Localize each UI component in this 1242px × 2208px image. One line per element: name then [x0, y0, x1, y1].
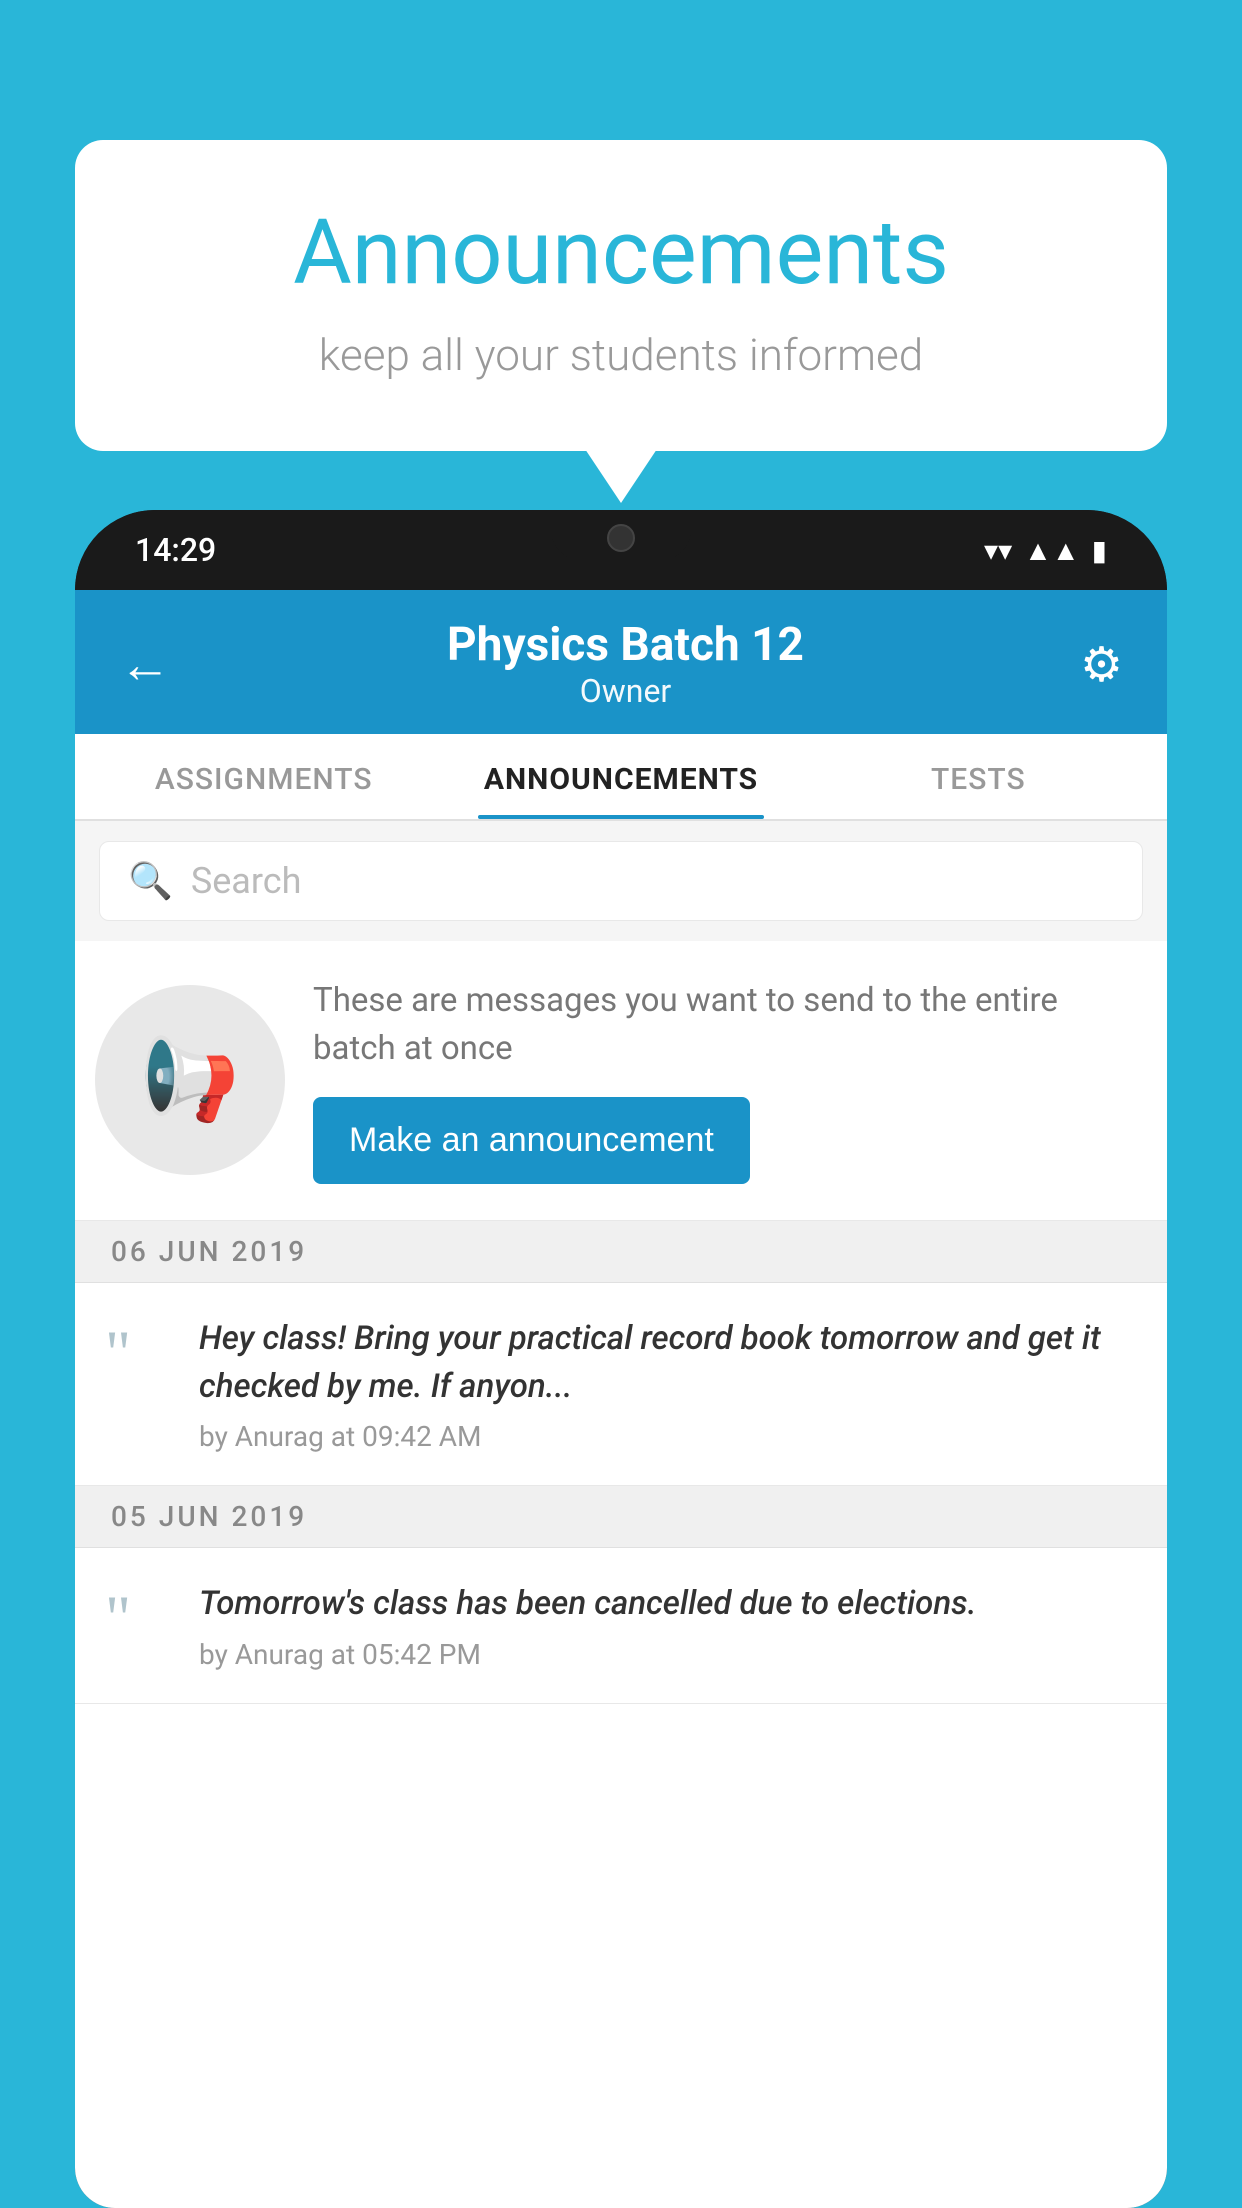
announcement-text-1: Hey class! Bring your practical record b…: [199, 1315, 1137, 1411]
make-announcement-button[interactable]: Make an announcement: [313, 1097, 750, 1184]
speech-bubble-section: Announcements keep all your students inf…: [75, 140, 1167, 451]
status-bar: 14:29 ▾▾ ▲▲ ▮: [75, 510, 1167, 590]
search-placeholder: Search: [191, 860, 302, 902]
speech-bubble-card: Announcements keep all your students inf…: [75, 140, 1167, 451]
date-separator-1: 06 JUN 2019: [75, 1221, 1167, 1283]
tab-assignments[interactable]: ASSIGNMENTS: [85, 734, 442, 819]
batch-name: Physics Batch 12: [171, 618, 1080, 672]
announcement-meta-2: by Anurag at 05:42 PM: [199, 1638, 977, 1671]
header-title-block: Physics Batch 12 Owner: [171, 618, 1080, 710]
announcement-item-1: " Hey class! Bring your practical record…: [75, 1283, 1167, 1487]
signal-icon: ▲▲: [1024, 534, 1079, 567]
tab-announcements[interactable]: ANNOUNCEMENTS: [442, 734, 799, 819]
promo-description: These are messages you want to send to t…: [313, 977, 1137, 1073]
quote-icon-2: ": [105, 1580, 175, 1650]
announcement-text-block-2: Tomorrow's class has been cancelled due …: [199, 1580, 977, 1671]
header-role: Owner: [171, 672, 1080, 710]
search-bar[interactable]: 🔍 Search: [99, 841, 1143, 921]
announcement-text-block-1: Hey class! Bring your practical record b…: [199, 1315, 1137, 1454]
tab-tests[interactable]: TESTS: [800, 734, 1157, 819]
settings-button[interactable]: ⚙: [1080, 636, 1123, 693]
quote-icon-1: ": [105, 1315, 175, 1385]
search-icon: 🔍: [128, 860, 173, 902]
app-content: ← Physics Batch 12 Owner ⚙ ASSIGNMENTS A…: [75, 590, 1167, 2208]
battery-icon: ▮: [1092, 534, 1107, 567]
promo-right: These are messages you want to send to t…: [313, 977, 1137, 1184]
back-button[interactable]: ←: [119, 634, 171, 695]
status-time: 14:29: [135, 531, 216, 569]
phone-frame: 14:29 ▾▾ ▲▲ ▮ ← Physics Batch 12 Owner ⚙…: [75, 510, 1167, 2208]
phone-notch: [551, 510, 691, 560]
app-header: ← Physics Batch 12 Owner ⚙: [75, 590, 1167, 734]
megaphone-icon: 📢: [140, 1033, 240, 1127]
announcement-meta-1: by Anurag at 09:42 AM: [199, 1420, 1137, 1453]
promo-block: 📢 These are messages you want to send to…: [75, 941, 1167, 1221]
wifi-icon: ▾▾: [984, 534, 1012, 567]
phone-camera: [607, 524, 635, 552]
promo-icon-circle: 📢: [95, 985, 285, 1175]
announcement-item-2: " Tomorrow's class has been cancelled du…: [75, 1548, 1167, 1704]
bubble-title: Announcements: [155, 200, 1087, 305]
tabs-bar: ASSIGNMENTS ANNOUNCEMENTS TESTS: [75, 734, 1167, 821]
bubble-subtitle: keep all your students informed: [155, 329, 1087, 381]
search-container: 🔍 Search: [75, 821, 1167, 941]
announcement-text-2: Tomorrow's class has been cancelled due …: [199, 1580, 977, 1628]
date-separator-2: 05 JUN 2019: [75, 1486, 1167, 1548]
status-icons: ▾▾ ▲▲ ▮: [984, 534, 1107, 567]
